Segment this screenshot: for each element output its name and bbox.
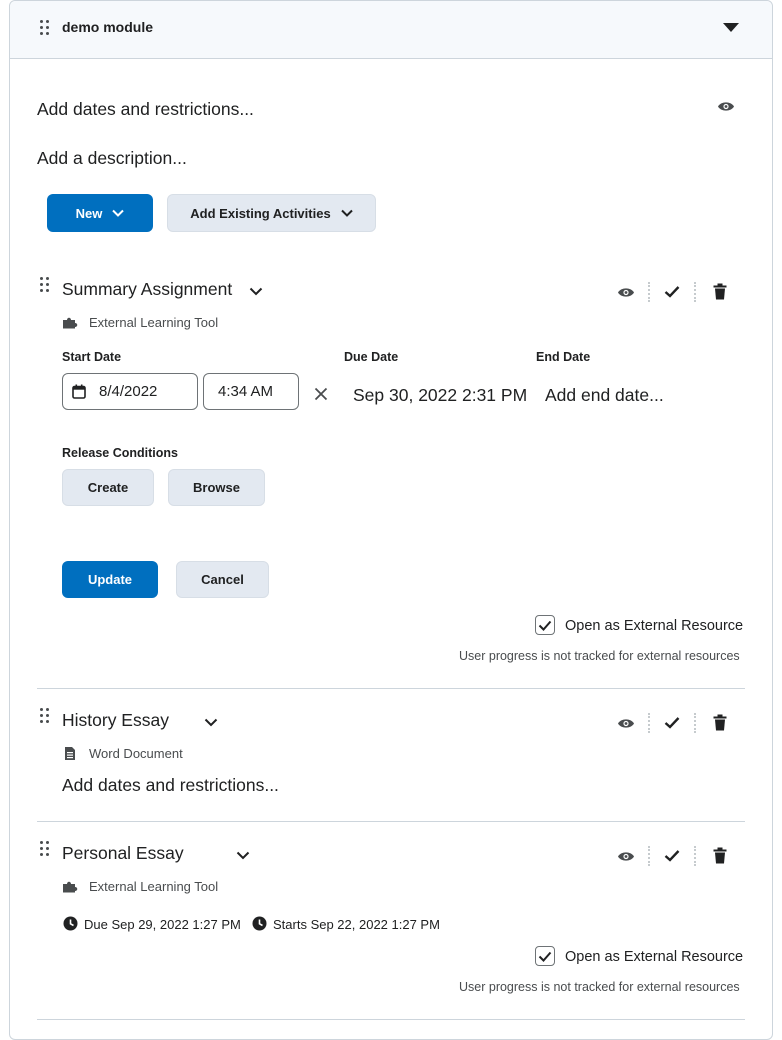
open-external-label[interactable]: Open as External Resource [565,618,743,634]
external-note: User progress is not tracked for externa… [459,649,740,663]
checkmark-icon [538,620,552,631]
open-external-checkbox[interactable] [535,946,555,966]
module-add-description-link[interactable]: Add a description... [37,148,187,169]
item-title[interactable]: History Essay [62,710,169,731]
eye-icon[interactable] [617,717,635,730]
drag-handle-icon[interactable] [40,277,50,293]
drag-handle-icon[interactable] [40,841,50,857]
start-date-label: Start Date [62,350,122,364]
new-button-label: New [75,205,103,221]
separator [694,282,696,302]
separator [694,846,696,866]
create-button[interactable]: Create [62,469,154,506]
chevron-down-icon[interactable] [249,287,263,296]
divider [37,688,745,689]
drag-handle-icon[interactable] [40,20,50,36]
puzzle-icon [63,317,78,329]
update-button[interactable]: Update [62,561,158,598]
document-icon [65,747,75,760]
add-existing-activities-button[interactable]: Add Existing Activities [167,194,376,232]
start-time-value: 4:34 AM [218,383,274,400]
cancel-button[interactable]: Cancel [176,561,269,598]
open-external-checkbox[interactable] [535,615,555,635]
browse-button[interactable]: Browse [168,469,265,506]
due-date-text: Due Sep 29, 2022 1:27 PM [84,917,241,932]
clock-icon [252,916,267,931]
start-date-text: Starts Sep 22, 2022 1:27 PM [273,917,440,932]
item-title[interactable]: Personal Essay [62,843,184,864]
new-button[interactable]: New [47,194,153,232]
open-external-label[interactable]: Open as External Resource [565,949,743,965]
caret-down-icon[interactable] [722,22,740,34]
checkmark-icon[interactable] [664,716,680,729]
release-conditions-label: Release Conditions [62,446,178,460]
eye-icon[interactable] [617,286,635,299]
item-title[interactable]: Summary Assignment [62,279,232,300]
item-type: External Learning Tool [89,879,219,894]
module-title: demo module [62,19,154,35]
separator [648,846,650,866]
checkmark-icon [538,951,552,962]
due-date-label: Due Date [344,350,399,364]
trash-icon[interactable] [713,714,727,731]
chevron-down-icon [112,209,125,217]
separator [694,713,696,733]
separator [648,282,650,302]
chevron-down-icon [340,209,353,217]
external-note: User progress is not tracked for externa… [459,980,740,994]
item-add-dates-link[interactable]: Add dates and restrictions... [62,775,279,796]
divider [37,1019,745,1020]
module-add-dates-link[interactable]: Add dates and restrictions... [37,99,254,120]
end-date-add-link[interactable]: Add end date... [545,385,664,406]
browse-button-label: Browse [193,480,240,495]
item-type: External Learning Tool [89,315,219,330]
drag-handle-icon[interactable] [40,708,50,724]
trash-icon[interactable] [713,283,727,300]
add-existing-label: Add Existing Activities [190,205,331,221]
start-date-value: 8/4/2022 [99,383,158,400]
chevron-down-icon[interactable] [236,851,250,860]
create-button-label: Create [87,480,129,495]
puzzle-icon [63,881,78,893]
update-button-label: Update [87,572,133,587]
eye-icon[interactable] [617,850,635,863]
separator [648,713,650,733]
cancel-button-label: Cancel [201,572,244,587]
divider [37,821,745,822]
checkmark-icon[interactable] [664,849,680,862]
item-type: Word Document [89,746,183,761]
clock-icon [63,916,78,931]
calendar-icon [72,384,86,399]
end-date-label: End Date [536,350,591,364]
start-time-input[interactable]: 4:34 AM [203,373,299,410]
close-icon[interactable] [314,387,328,401]
due-date-value[interactable]: Sep 30, 2022 2:31 PM [353,385,527,406]
trash-icon[interactable] [713,847,727,864]
eye-icon[interactable] [717,100,735,113]
checkmark-icon[interactable] [664,285,680,298]
chevron-down-icon[interactable] [204,718,218,727]
